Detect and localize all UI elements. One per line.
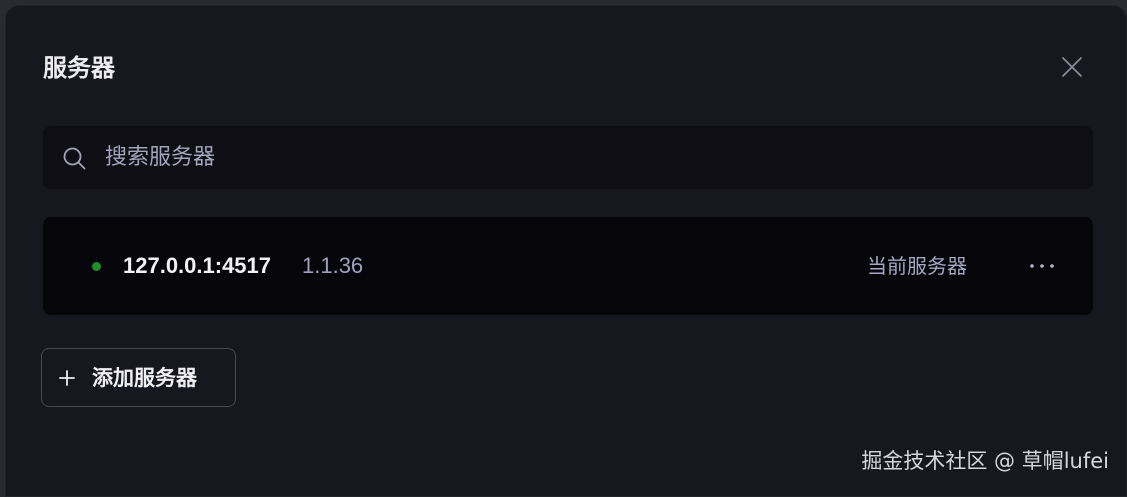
close-icon bbox=[1062, 57, 1082, 77]
plus-icon bbox=[59, 370, 75, 386]
close-button[interactable] bbox=[1058, 53, 1086, 81]
add-server-button[interactable]: 添加服务器 bbox=[41, 348, 236, 407]
search-icon bbox=[63, 147, 86, 170]
servers-dialog: 服务器 127.0.0.1:4517 1.1.36 当前服务器 bbox=[5, 5, 1127, 497]
current-server-label: 当前服务器 bbox=[867, 254, 967, 278]
watermark: 掘金技术社区 @ 草帽lufei bbox=[861, 449, 1109, 473]
server-address: 127.0.0.1:4517 bbox=[123, 253, 272, 278]
server-list-item[interactable]: 127.0.0.1:4517 1.1.36 当前服务器 bbox=[43, 217, 1093, 315]
server-version: 1.1.36 bbox=[302, 253, 364, 278]
search-input[interactable] bbox=[105, 126, 1065, 189]
add-server-label: 添加服务器 bbox=[92, 366, 197, 390]
more-horizontal-icon bbox=[1030, 264, 1054, 268]
online-status-dot bbox=[92, 262, 101, 271]
dialog-title: 服务器 bbox=[43, 54, 115, 82]
server-more-button[interactable] bbox=[1028, 253, 1058, 279]
server-search-box bbox=[43, 126, 1093, 189]
